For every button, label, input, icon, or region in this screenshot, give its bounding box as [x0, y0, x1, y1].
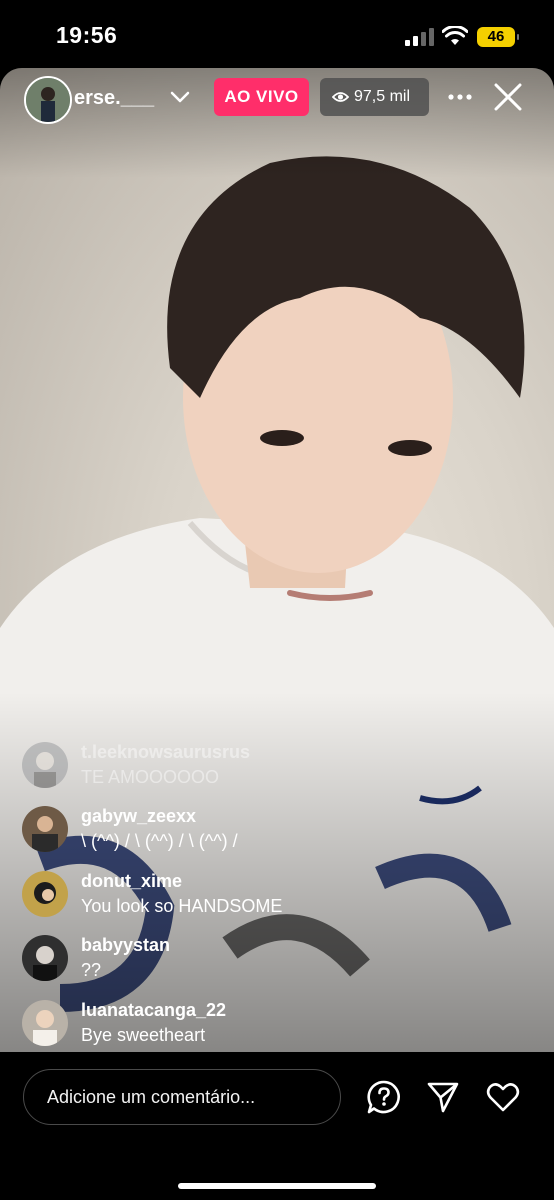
host-username[interactable]: erse.___ — [74, 87, 154, 110]
battery-icon: 46 — [477, 27, 519, 47]
comment-item: babyystan ?? — [22, 931, 462, 987]
status-bar: 19:56 46 — [0, 0, 554, 68]
comment-item: luanatacanga_22 Bye sweetheart — [22, 996, 462, 1052]
eye-icon — [332, 92, 349, 102]
signal-icon — [405, 28, 434, 46]
comment-text: \ (^^) / \ (^^) / \ (^^) / — [81, 831, 238, 851]
comment-item: donut_xime You look so HANDSOME — [22, 867, 462, 923]
comment-text: Bye sweetheart — [81, 1025, 206, 1045]
comment-input-placeholder: Adicione um comentário... — [47, 1087, 256, 1107]
bottom-bar: Adicione um comentário... — [0, 1052, 554, 1200]
comment-avatar[interactable] — [22, 1000, 68, 1046]
comment-username[interactable]: babyystan — [81, 935, 170, 956]
close-icon[interactable] — [493, 82, 523, 112]
viewer-count: 97,5 mil — [354, 88, 411, 105]
comment-text: TE AMOOOOOO — [81, 767, 220, 787]
comment-avatar[interactable] — [22, 742, 68, 788]
more-icon[interactable] — [445, 82, 475, 112]
live-badge: AO VIVO — [214, 78, 309, 116]
wifi-icon — [442, 26, 468, 45]
viewer-count-badge[interactable]: 97,5 mil — [320, 78, 429, 116]
comment-item: gabyw_zeexx \ (^^) / \ (^^) / \ (^^) / — [22, 802, 462, 858]
status-time: 19:56 — [56, 22, 118, 48]
comment-input[interactable]: Adicione um comentário... — [23, 1069, 341, 1125]
send-icon[interactable] — [425, 1079, 461, 1115]
comment-username[interactable]: donut_xime — [81, 871, 182, 892]
heart-icon[interactable] — [485, 1079, 521, 1115]
home-indicator[interactable] — [178, 1183, 376, 1189]
comment-item: t.leeknowsaurusrus TE AMOOOOOO — [22, 738, 462, 794]
comment-username[interactable]: gabyw_zeexx — [81, 806, 196, 827]
comment-username[interactable]: luanatacanga_22 — [81, 1000, 226, 1021]
question-icon[interactable] — [366, 1079, 402, 1115]
host-avatar-image — [26, 78, 70, 122]
live-video[interactable]: erse.___ AO VIVO 97,5 mil t.leeknowsauru… — [0, 68, 554, 1052]
comment-avatar[interactable] — [22, 806, 68, 852]
comment-avatar[interactable] — [22, 935, 68, 981]
comment-text: ?? — [81, 960, 102, 980]
chevron-down-icon[interactable] — [170, 90, 190, 104]
host-avatar[interactable] — [24, 76, 72, 124]
comment-text: You look so HANDSOME — [81, 896, 283, 916]
comment-avatar[interactable] — [22, 871, 68, 917]
comment-username[interactable]: t.leeknowsaurusrus — [81, 742, 250, 763]
